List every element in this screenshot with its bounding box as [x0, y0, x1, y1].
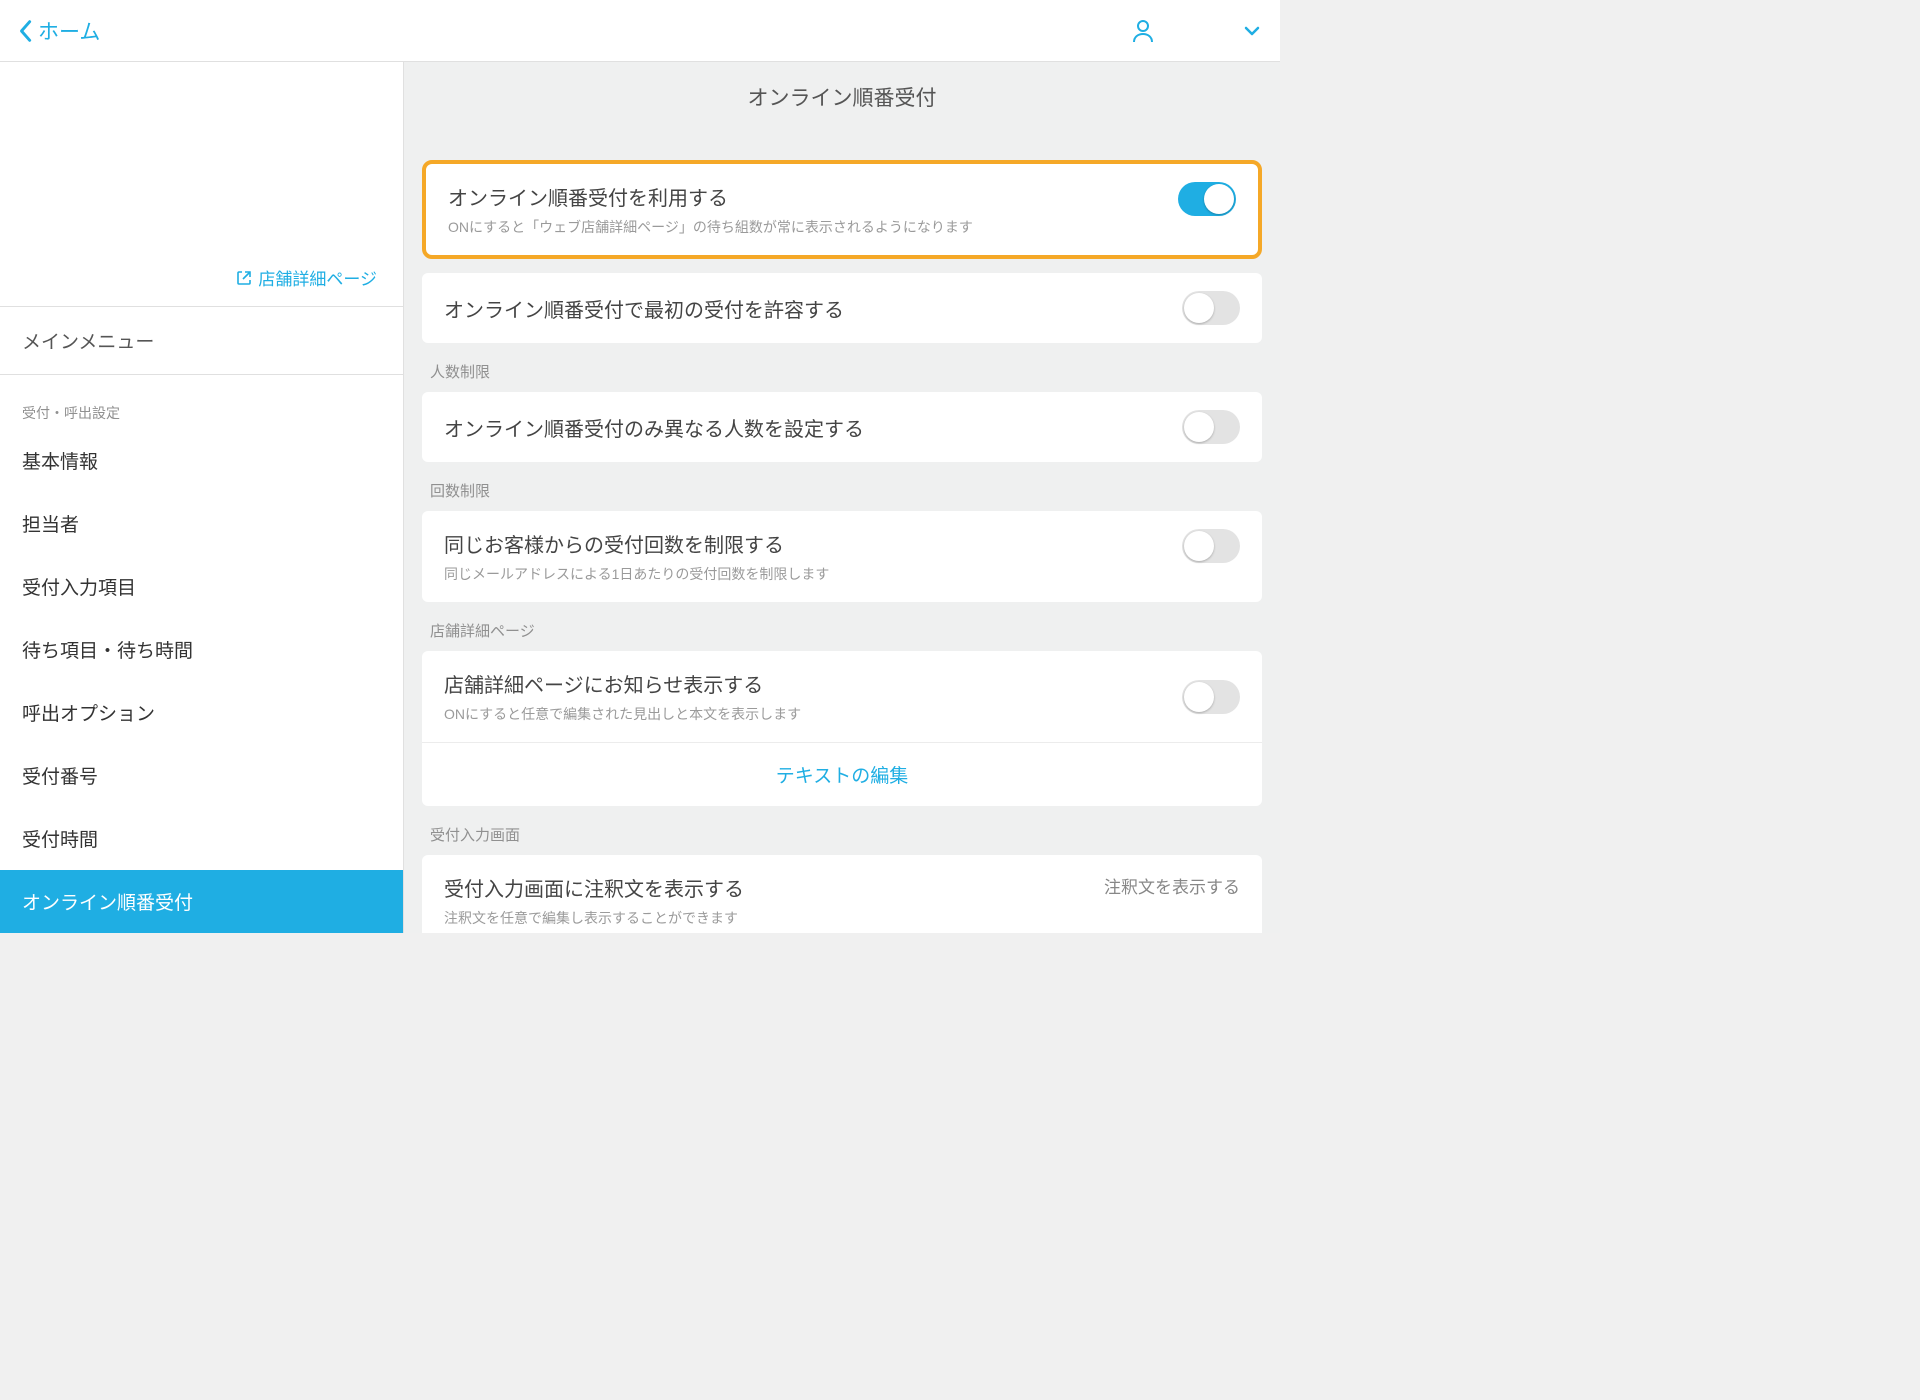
toggle-use-online-queue[interactable] — [1178, 182, 1236, 216]
user-area — [1132, 19, 1260, 43]
setting-value: 注釈文を表示する — [1104, 873, 1240, 898]
section-label-count-limit: 回数制限 — [422, 476, 1262, 511]
setting-input-annotation: 受付入力画面に注釈文を表示する 注釈文を任意で編集し表示することができます 注釈… — [422, 855, 1262, 933]
section-label-input-screen: 受付入力画面 — [422, 820, 1262, 855]
sidebar-item[interactable]: 基本情報 — [0, 429, 403, 492]
setting-title: 店舗詳細ページにお知らせ表示する — [444, 669, 801, 698]
setting-title: 同じお客様からの受付回数を制限する — [444, 529, 829, 558]
toggle-people-limit[interactable] — [1182, 410, 1240, 444]
setting-title: 受付入力画面に注釈文を表示する — [444, 873, 744, 902]
sidebar-main-menu[interactable]: メインメニュー — [0, 306, 403, 375]
setting-desc: 同じメールアドレスによる1日あたりの受付回数を制限します — [444, 564, 829, 584]
setting-count-limit: 同じお客様からの受付回数を制限する 同じメールアドレスによる1日あたりの受付回数… — [422, 511, 1262, 602]
user-icon[interactable] — [1132, 19, 1154, 43]
toggle-count-limit[interactable] — [1182, 529, 1240, 563]
setting-desc: ONにすると「ウェブ店舗詳細ページ」の待ち組数が常に表示されるようになります — [448, 217, 973, 237]
setting-people-limit: オンライン順番受付のみ異なる人数を設定する — [422, 392, 1262, 462]
setting-use-online-queue: オンライン順番受付を利用する ONにすると「ウェブ店舗詳細ページ」の待ち組数が常… — [422, 160, 1262, 259]
chevron-down-icon[interactable] — [1244, 26, 1260, 36]
group-store-page: 店舗詳細ページにお知らせ表示する ONにすると任意で編集された見出しと本文を表示… — [422, 651, 1262, 806]
setting-title: オンライン順番受付を利用する — [448, 182, 973, 211]
sidebar-item[interactable]: 受付時間 — [0, 807, 403, 870]
edit-text-link[interactable]: テキストの編集 — [422, 743, 1262, 806]
sidebar-item[interactable]: 担当者 — [0, 492, 403, 555]
sidebar-item[interactable]: 受付入力項目 — [0, 555, 403, 618]
main-panel: オンライン順番受付 オンライン順番受付を利用する ONにすると「ウェブ店舗詳細ペ… — [404, 62, 1280, 933]
external-link-icon — [236, 270, 252, 286]
toggle-allow-first-online[interactable] — [1182, 291, 1240, 325]
sidebar-item[interactable]: 待ち項目・待ち時間 — [0, 618, 403, 681]
page-title: オンライン順番受付 — [404, 62, 1280, 130]
store-page-link-label: 店舗詳細ページ — [258, 265, 377, 290]
section-label-people-limit: 人数制限 — [422, 357, 1262, 392]
top-header: ホーム — [0, 0, 1280, 62]
sidebar-item[interactable]: 受付番号 — [0, 744, 403, 807]
store-page-link[interactable]: 店舗詳細ページ — [236, 265, 377, 290]
toggle-store-notice[interactable] — [1182, 680, 1240, 714]
sidebar-item[interactable]: 呼出オプション — [0, 681, 403, 744]
setting-title: オンライン順番受付のみ異なる人数を設定する — [444, 413, 864, 442]
sidebar-section-label: 受付・呼出設定 — [0, 375, 403, 429]
setting-desc: ONにすると任意で編集された見出しと本文を表示します — [444, 704, 801, 724]
setting-allow-first-online: オンライン順番受付で最初の受付を許容する — [422, 273, 1262, 343]
section-label-store-page: 店舗詳細ページ — [422, 616, 1262, 651]
sidebar-upper: 店舗詳細ページ — [0, 62, 403, 306]
back-button[interactable]: ホーム — [18, 16, 100, 46]
back-label: ホーム — [38, 16, 100, 46]
setting-store-notice: 店舗詳細ページにお知らせ表示する ONにすると任意で編集された見出しと本文を表示… — [422, 651, 1262, 742]
sidebar-item[interactable]: オンライン順番受付 — [0, 870, 403, 933]
setting-title: オンライン順番受付で最初の受付を許容する — [444, 294, 844, 323]
sidebar: 店舗詳細ページ メインメニュー 受付・呼出設定 基本情報担当者受付入力項目待ち項… — [0, 62, 404, 933]
chevron-left-icon — [18, 19, 32, 43]
setting-desc: 注釈文を任意で編集し表示することができます — [444, 908, 744, 928]
